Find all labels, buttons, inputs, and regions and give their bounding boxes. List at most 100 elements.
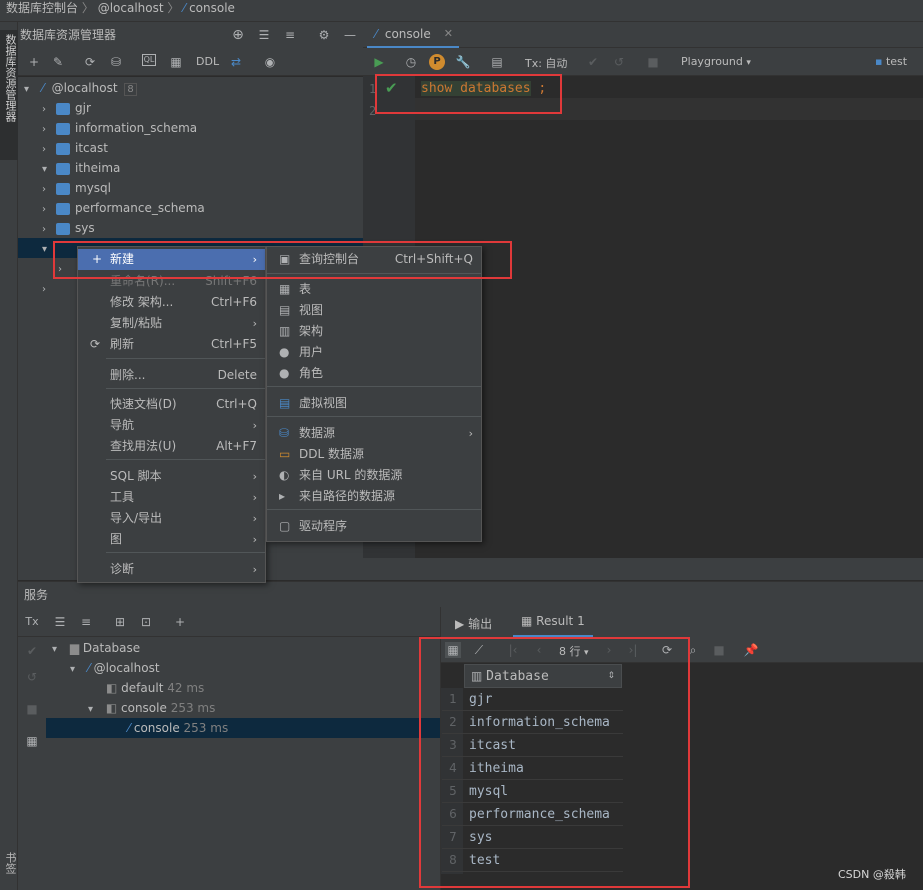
close-icon[interactable]: ✕ bbox=[444, 22, 453, 46]
chevron-down-icon[interactable]: ▾ bbox=[24, 80, 38, 100]
chevron-down-icon[interactable]: ▾ bbox=[42, 160, 56, 180]
tree-schema-4[interactable]: › mysql bbox=[42, 178, 111, 198]
rollback-icon[interactable]: ↺ bbox=[24, 669, 40, 685]
chevron-down-icon[interactable]: ▾ bbox=[52, 640, 66, 660]
submenu-item-6[interactable]: ▤ 虚拟视图 bbox=[267, 393, 481, 414]
tree-schema-3[interactable]: ▾ itheima bbox=[42, 158, 120, 178]
stop-icon[interactable]: ■ bbox=[24, 701, 40, 717]
tab-console[interactable]: ⁄ console ✕ bbox=[367, 22, 459, 48]
context-menu-item-2[interactable]: 修改 架构... Ctrl+F6 bbox=[78, 292, 265, 313]
tab-output[interactable]: ▶ 输出 bbox=[455, 615, 492, 632]
gear-icon[interactable]: ⚙ bbox=[316, 27, 332, 43]
table-icon[interactable]: ▦ bbox=[168, 54, 184, 70]
history-icon[interactable]: ◷ bbox=[403, 54, 419, 70]
submenu-item-7[interactable]: ⛁ 数据源 › bbox=[267, 423, 481, 444]
layout-icon[interactable]: ▦ bbox=[24, 733, 40, 749]
chevron-right-icon[interactable]: › bbox=[42, 220, 56, 240]
context-menu-item-8[interactable]: 查找用法(U) Alt+F7 bbox=[78, 436, 265, 457]
expand-all-icon[interactable]: ☰ bbox=[256, 27, 272, 43]
ddl-button[interactable]: DDL bbox=[196, 55, 219, 68]
rollback-icon[interactable]: ↺ bbox=[611, 54, 627, 70]
database-explorer-side-tab[interactable]: 数据库资源管理器 bbox=[0, 30, 18, 160]
layout-icon[interactable]: ▤ bbox=[489, 54, 505, 70]
chevron-right-icon[interactable]: › bbox=[42, 120, 56, 140]
minimize-icon[interactable]: — bbox=[342, 27, 358, 43]
jump-icon[interactable]: ⇄ bbox=[228, 54, 244, 70]
commit-icon[interactable]: ✔ bbox=[24, 643, 40, 659]
playground-dropdown[interactable]: Playground ▾ bbox=[681, 55, 751, 68]
add-icon[interactable]: + bbox=[172, 614, 188, 630]
tree-schema-6[interactable]: › sys bbox=[42, 218, 95, 238]
chevron-right-icon[interactable]: › bbox=[42, 140, 56, 160]
services-database-node[interactable]: ▾ ▆ Database bbox=[52, 638, 140, 658]
context-menu-item-12[interactable]: 图 › bbox=[78, 529, 265, 550]
submenu-item-8[interactable]: ▭ DDL 数据源 bbox=[267, 444, 481, 465]
submenu-item-5[interactable]: ● 角色 bbox=[267, 363, 481, 384]
editor-area[interactable]: show databases ; bbox=[415, 76, 923, 558]
menu-item-label: 修改 架构... bbox=[110, 295, 174, 309]
context-menu-item-6[interactable]: 快速文档(D) Ctrl+Q bbox=[78, 394, 265, 415]
breadcrumb-item-console[interactable]: 数据库控制台 bbox=[6, 1, 78, 15]
schema-selector[interactable]: ▪ test bbox=[875, 55, 907, 68]
stop-icon[interactable]: ■ bbox=[645, 54, 661, 70]
services-localhost-node[interactable]: ▾ ⁄ @localhost bbox=[70, 658, 160, 678]
chevron-right-icon[interactable]: › bbox=[42, 200, 56, 220]
tree-schema-5[interactable]: › performance_schema bbox=[42, 198, 205, 218]
context-menu-item-13[interactable]: 诊断 › bbox=[78, 559, 265, 580]
submenu-item-4[interactable]: ● 用户 bbox=[267, 342, 481, 363]
chevron-down-icon[interactable]: ▾ bbox=[70, 660, 84, 680]
folder-icon: ▆ bbox=[69, 641, 80, 655]
tree-schema-2[interactable]: › itcast bbox=[42, 138, 108, 158]
tx-icon[interactable]: Tx bbox=[24, 614, 40, 630]
tab-result-1[interactable]: ▦ Result 1 bbox=[513, 607, 593, 637]
submenu-item-9[interactable]: ◐ 来自 URL 的数据源 bbox=[267, 465, 481, 486]
commit-icon[interactable]: ✔ bbox=[585, 54, 601, 70]
submenu-item-3[interactable]: ▥ 架构 bbox=[267, 321, 481, 342]
collapse-all-icon[interactable]: ≡ bbox=[282, 27, 298, 43]
transaction-mode-dropdown[interactable]: Tx: 自动 bbox=[525, 55, 567, 71]
submenu-item-label: 来自路径的数据源 bbox=[299, 489, 396, 503]
run-icon[interactable]: ▶ bbox=[371, 54, 387, 70]
context-menu-item-4[interactable]: ⟳ 刷新 Ctrl+F5 bbox=[78, 334, 265, 355]
stop-icon[interactable]: ■ bbox=[711, 642, 727, 658]
console-icon[interactable]: QL bbox=[142, 54, 156, 66]
submenu-item-1[interactable]: ▦ 表 bbox=[267, 279, 481, 300]
chevron-right-icon[interactable]: › bbox=[42, 180, 56, 200]
submenu-item-2[interactable]: ▤ 视图 bbox=[267, 300, 481, 321]
refresh-icon[interactable]: ⟳ bbox=[82, 54, 98, 70]
wrench-icon[interactable]: 🔧 bbox=[455, 54, 471, 70]
tree-schema-1[interactable]: › information_schema bbox=[42, 118, 197, 138]
context-menu-item-7[interactable]: 导航 › bbox=[78, 415, 265, 436]
tree-schema-0[interactable]: › gjr bbox=[42, 98, 91, 118]
chevron-down-icon[interactable]: ▾ bbox=[88, 700, 102, 720]
properties-icon[interactable]: ✎ bbox=[50, 54, 66, 70]
context-menu-item-11[interactable]: 导入/导出 › bbox=[78, 508, 265, 529]
plugin-p-icon[interactable]: P bbox=[429, 54, 445, 70]
context-menu-item-9[interactable]: SQL 脚本 › bbox=[78, 466, 265, 487]
add-icon[interactable]: + bbox=[26, 54, 42, 70]
services-console-node[interactable]: ⁄ console 253 ms bbox=[46, 718, 440, 738]
breadcrumb-item-localhost[interactable]: @localhost bbox=[98, 1, 164, 15]
crosshair-icon[interactable]: ⊕ bbox=[230, 27, 246, 43]
context-menu-item-5[interactable]: 删除... Delete bbox=[78, 365, 265, 386]
breadcrumb-item-console-file[interactable]: console bbox=[189, 1, 235, 15]
submenu-item-11[interactable]: ▢ 驱动程序 bbox=[267, 516, 481, 537]
bookmarks-side-tab[interactable]: 书签 bbox=[2, 852, 18, 874]
chevron-right-icon[interactable]: › bbox=[42, 100, 56, 120]
context-menu-item-3[interactable]: 复制/粘贴 › bbox=[78, 313, 265, 334]
tree-root-localhost[interactable]: ▾ ⁄ @localhost 8 bbox=[24, 78, 137, 98]
eye-icon[interactable]: ◉ bbox=[262, 54, 278, 70]
submenu-item-10[interactable]: ▸ 来自路径的数据源 bbox=[267, 486, 481, 507]
pin-icon[interactable]: 📌 bbox=[743, 642, 759, 658]
tree-row-server-objects[interactable]: › bbox=[42, 278, 56, 298]
group-icon[interactable]: ⊞ bbox=[112, 614, 128, 630]
services-default-node[interactable]: ◧ default 42 ms bbox=[106, 678, 204, 698]
collapse-all-icon[interactable]: ≡ bbox=[78, 614, 94, 630]
services-tree: ▾ ▆ Database ▾ ⁄ @localhost ◧ default 42… bbox=[46, 637, 440, 890]
expand-all-icon[interactable]: ☰ bbox=[52, 614, 68, 630]
services-console-group-node[interactable]: ▾ ◧ console 253 ms bbox=[88, 698, 215, 718]
chevron-right-icon[interactable]: › bbox=[42, 280, 56, 300]
new-window-icon[interactable]: ⊡ bbox=[138, 614, 154, 630]
database-stop-icon[interactable]: ⛁ bbox=[108, 54, 124, 70]
context-menu-item-10[interactable]: 工具 › bbox=[78, 487, 265, 508]
